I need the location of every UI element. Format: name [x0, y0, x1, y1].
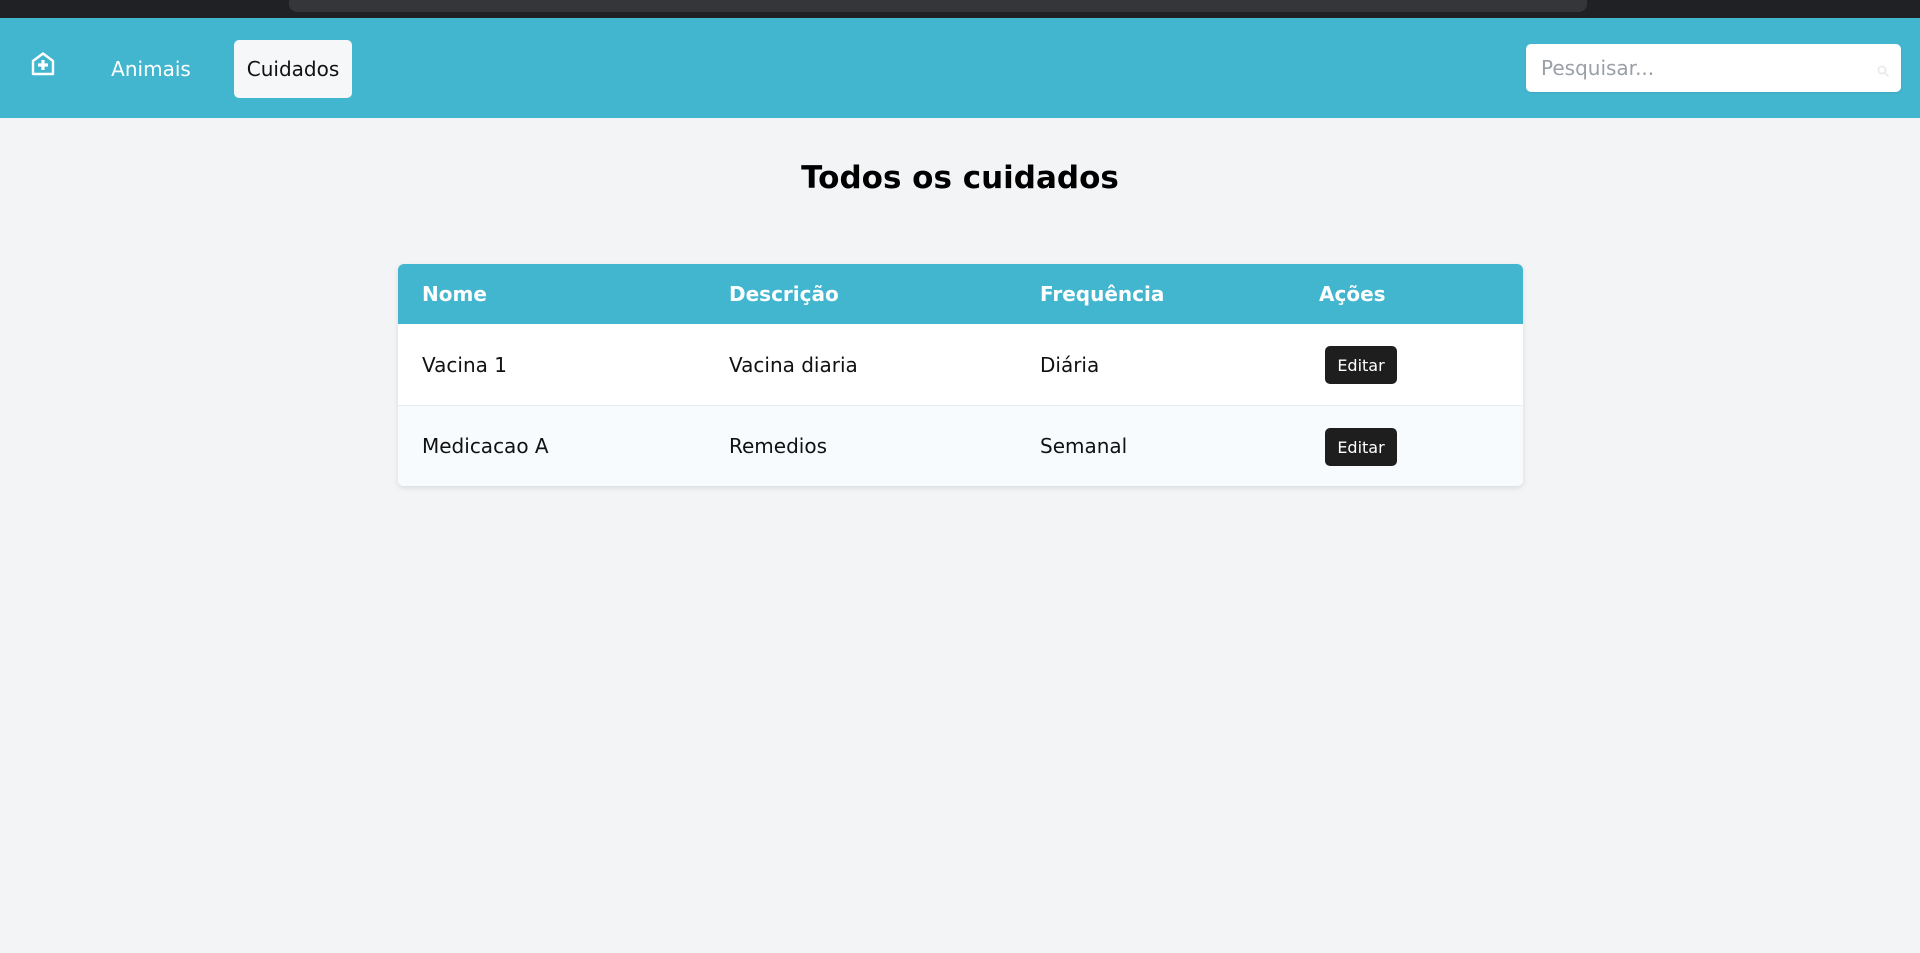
- cell-nome: Vacina 1: [422, 352, 507, 377]
- column-header-frequencia: Frequência: [1040, 282, 1165, 306]
- nav-link-label: Cuidados: [246, 57, 340, 81]
- edit-button[interactable]: Editar: [1325, 346, 1397, 384]
- search-icon[interactable]: [1877, 62, 1889, 77]
- browser-chrome-strip: [0, 0, 1920, 18]
- column-header-acoes: Ações: [1319, 282, 1386, 306]
- table-row: Medicacao A Remedios Semanal Editar: [398, 405, 1523, 486]
- top-navbar: Animais Cuidados: [0, 18, 1920, 118]
- cuidados-table: Nome Descrição Frequência Ações Vacina 1…: [398, 264, 1523, 486]
- page-title: Todos os cuidados: [801, 160, 1119, 196]
- cell-descricao: Vacina diaria: [729, 352, 858, 377]
- browser-address-bar[interactable]: [289, 0, 1587, 12]
- column-header-nome: Nome: [422, 282, 487, 306]
- column-header-descricao: Descrição: [729, 282, 839, 306]
- cell-descricao: Remedios: [729, 434, 827, 458]
- cell-frequencia: Semanal: [1040, 434, 1128, 458]
- nav-link-animais[interactable]: Animais: [92, 40, 210, 98]
- hospital-plus-icon[interactable]: [31, 52, 55, 76]
- search-box: [1526, 44, 1901, 92]
- table-row: Vacina 1 Vacina diaria Diária Editar: [398, 324, 1523, 405]
- edit-button[interactable]: Editar: [1325, 428, 1397, 466]
- cell-nome: Medicacao A: [422, 434, 549, 458]
- search-input[interactable]: [1526, 44, 1901, 92]
- nav-link-label: Animais: [111, 57, 191, 81]
- table-header: Nome Descrição Frequência Ações: [398, 264, 1523, 324]
- cell-frequencia: Diária: [1040, 352, 1100, 377]
- nav-link-cuidados[interactable]: Cuidados: [234, 40, 352, 98]
